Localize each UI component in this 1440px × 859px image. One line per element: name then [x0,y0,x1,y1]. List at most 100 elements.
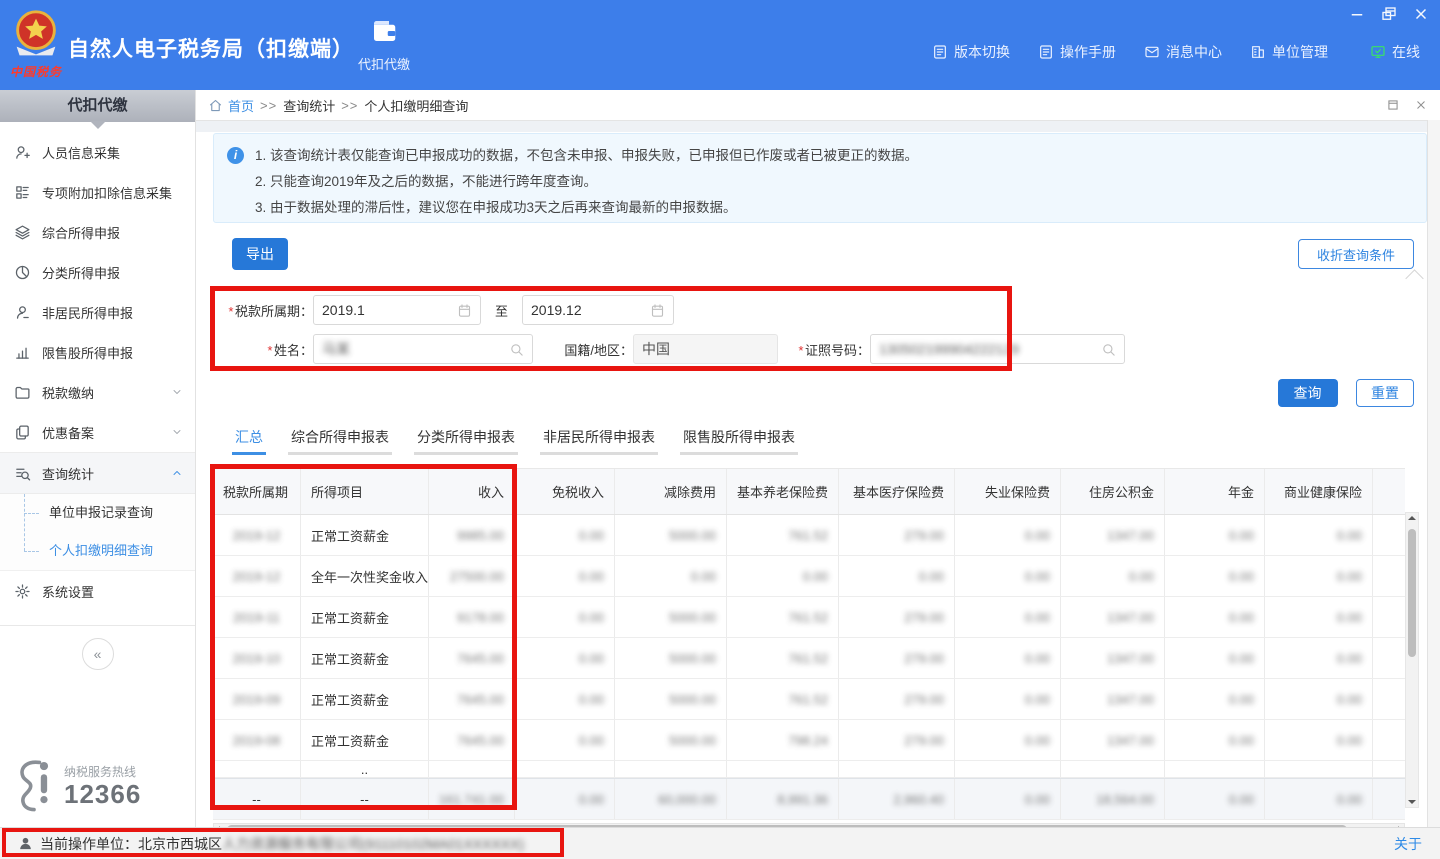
topnav-org-management[interactable]: 单位管理 [1250,42,1328,62]
notice-lines: 1. 该查询统计表仅能查询已申报成功的数据，不包含未申报、申报失败，已申报但已作… [228,143,1426,221]
module-tab-withholding[interactable]: 代扣代缴 [350,16,418,73]
table-cell: .. [301,761,429,777]
table-cell: 27500.00 [429,556,515,596]
sidebar-subitem-personal-withholding-query[interactable]: 个人扣缴明细查询 [0,532,195,570]
table-cell: 全年一次性奖金收入 [301,556,429,596]
copy-icon [14,424,31,441]
tab-comprehensive[interactable]: 综合所得申报表 [288,425,392,455]
status-bar: 当前操作单位： 北京市西城区 人力资源服务有限公司(91110102MA01XX… [0,827,1440,859]
vertical-scroll-thumb[interactable] [1408,529,1416,657]
sidebar-item-restricted-stock[interactable]: 限售股所得申报 [0,332,195,372]
table-cell: 0.00 [1165,597,1265,637]
table-row[interactable]: 2019-08正常工资薪金7645.000.005000.00798.24279… [213,720,1405,761]
table-cell: 761.52 [727,679,839,719]
tab-classified[interactable]: 分类所得申报表 [414,425,518,455]
period-from-input[interactable] [322,302,457,318]
table-cell: 9985.00 [429,515,515,555]
topnav-manual[interactable]: 操作手册 [1038,42,1116,62]
scroll-up-arrow[interactable] [1408,516,1416,520]
tab-summary[interactable]: 汇总 [232,425,266,455]
table-cell [1373,515,1405,555]
table-cell: 0.00 [955,556,1061,596]
about-link[interactable]: 关于 [1394,834,1422,854]
tax-bureau-logo: 中国税务 [8,6,66,82]
table-total-row[interactable]: ----161,741.000.0060,000.008,991.362,960… [213,778,1405,820]
tab-restricted[interactable]: 限售股所得申报表 [680,425,798,455]
breadcrumb-home[interactable]: 首页 [228,96,254,115]
table-cell: 0.00 [1265,515,1373,555]
table-cell: 正常工资薪金 [301,597,429,637]
chevron-down-icon [171,386,183,398]
table-row[interactable]: 2019-12正常工资薪金9985.000.005000.00761.52279… [213,515,1405,556]
name-field[interactable]: 马某 [313,334,533,364]
column-header: 住房公积金 [1061,469,1165,514]
sidebar-collapse-button[interactable]: « [82,638,114,670]
sidebar-item-personnel-info[interactable]: 人员信息采集 [0,132,195,172]
search-icon[interactable] [1101,342,1116,357]
page-scrollbar-track[interactable] [1427,120,1440,827]
vertical-scrollbar[interactable] [1405,512,1419,808]
top-nav: 版本切换操作手册消息中心单位管理在线 [932,42,1420,62]
required-asterisk: * [267,343,272,358]
breadcrumb: 首页 >> 查询统计 >> 个人扣缴明细查询 [196,90,1440,121]
reset-button[interactable]: 重置 [1356,379,1414,407]
sidebar-subitem-unit-declare-query[interactable]: 单位申报记录查询 [0,494,195,532]
table-cell: 5000.00 [615,597,727,637]
search-icon[interactable] [509,342,524,357]
topnav-version-switch[interactable]: 版本切换 [932,42,1010,62]
table-cell: 0.00 [955,638,1061,678]
table-cell: 279.00 [839,515,955,555]
sidebar-item-special-deduction[interactable]: 专项附加扣除信息采集 [0,172,195,212]
person-add-icon [14,144,31,161]
column-header: 年金 [1165,469,1265,514]
calendar-icon[interactable] [457,303,472,318]
table-cell [839,761,955,777]
minimize-button[interactable] [1348,5,1366,23]
sidebar-item-query-statistics[interactable]: 查询统计 [0,452,195,494]
table-row[interactable]: 2019-11正常工资薪金9178.000.005000.00761.52279… [213,597,1405,638]
period-to-input[interactable] [531,302,650,318]
sidebar-item-tax-payment[interactable]: 税款缴纳 [0,372,195,412]
panel-maximize-button[interactable] [1386,98,1400,112]
topnav-message-center[interactable]: 消息中心 [1144,42,1222,62]
table-row[interactable]: 2019-09正常工资薪金7645.000.005000.00761.52279… [213,679,1405,720]
sidebar-item-system-settings[interactable]: 系统设置 [0,571,195,611]
tab-nonresident[interactable]: 非居民所得申报表 [540,425,658,455]
scroll-down-arrow[interactable] [1408,800,1416,804]
table-cell: 正常工资薪金 [301,515,429,555]
table-cell: 2019-09 [213,679,301,719]
table-row[interactable]: 2019-12全年一次性奖金收入27500.000.000.000.000.00… [213,556,1405,597]
table-cell: 0.00 [1265,556,1373,596]
close-button[interactable] [1412,5,1430,23]
sidebar-item-nonresident-income[interactable]: 非居民所得申报 [0,292,195,332]
export-button[interactable]: 导出 [232,238,288,270]
restore-button[interactable] [1380,5,1398,23]
period-to-field[interactable] [522,295,674,325]
sidebar-item-label: 限售股所得申报 [42,343,183,362]
sidebar-item-comprehensive-income[interactable]: 综合所得申报 [0,212,195,252]
panel-close-button[interactable] [1414,98,1428,112]
window-controls [1348,5,1430,23]
notice-line: 2. 只能查询2019年及之后的数据，不能进行跨年度查询。 [255,169,1426,195]
table-cell: 1347.00 [1061,638,1165,678]
topnav-label: 版本切换 [954,42,1010,62]
sidebar-item-label: 系统设置 [42,582,183,601]
table-cell: 2,960.40 [839,779,955,819]
notice-line: 3. 由于数据处理的滞后性，建议您在申报成功3天之后再来查询最新的申报数据。 [255,195,1426,221]
period-from-field[interactable] [313,295,481,325]
table-cell [1165,761,1265,777]
column-header: 失业保险费 [955,469,1061,514]
table-row-partial[interactable]: .. [213,761,1405,778]
table-cell [615,761,727,777]
current-unit-prefix: 当前操作单位： [40,834,138,854]
id-number-field[interactable]: 130502199904222129 [870,334,1125,364]
sidebar-item-preferential-filing[interactable]: 优惠备案 [0,412,195,452]
id-number-value: 130502199904222129 [879,341,1101,357]
table-cell: 279.00 [839,597,955,637]
query-button[interactable]: 查询 [1278,379,1338,407]
calendar-icon[interactable] [650,303,665,318]
table-cell: 0.00 [955,679,1061,719]
sidebar-item-classified-income[interactable]: 分类所得申报 [0,252,195,292]
collapse-filters-button[interactable]: 收折查询条件 [1298,239,1414,269]
table-row[interactable]: 2019-10正常工资薪金7645.000.005000.00761.52279… [213,638,1405,679]
